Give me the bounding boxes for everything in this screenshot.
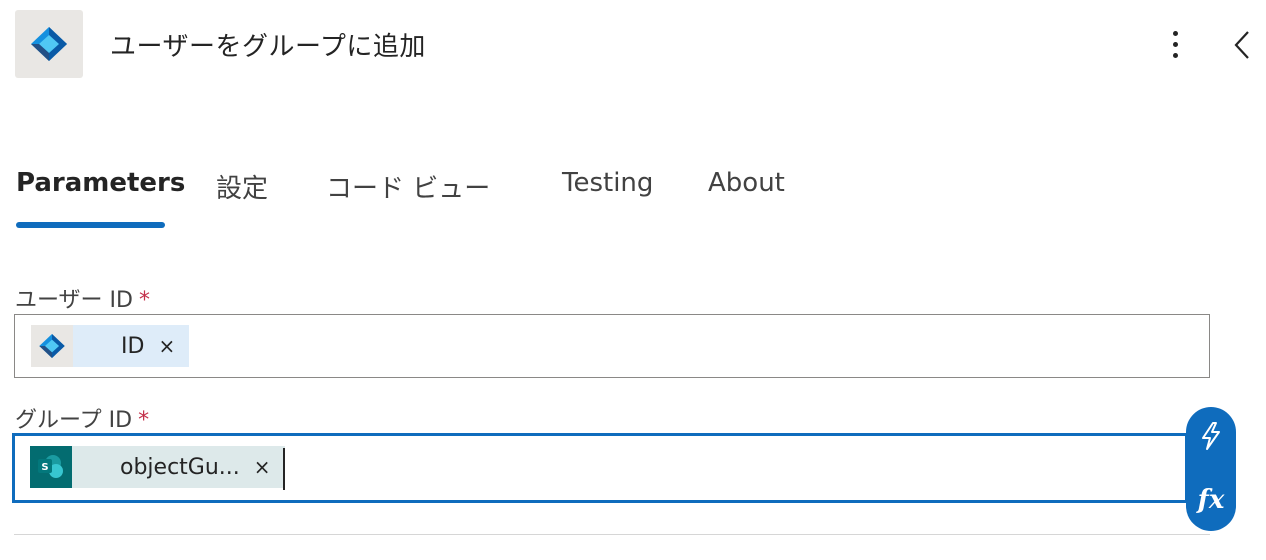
more-dot-icon [1172,41,1178,47]
chevron-left-icon [1234,31,1249,59]
group-id-token-label: objectGu... [120,454,240,480]
group-id-token[interactable]: S objectGu... × [30,446,285,488]
header: ユーザーをグループに追加 [0,0,1266,90]
fx-label: fx [1197,485,1225,515]
more-dot-icon [1172,30,1178,36]
required-mark: * [138,408,150,433]
lightning-icon [1202,422,1220,450]
more-dot-icon [1172,52,1178,58]
azure-ad-icon [15,10,83,78]
collapse-panel-button[interactable] [1228,28,1258,62]
group-id-label-text: グループ ID [15,408,133,433]
expression-button[interactable]: fx [1186,475,1236,525]
tab-parameters[interactable]: Parameters [16,168,185,198]
svg-text:S: S [41,462,48,473]
text-cursor [283,448,285,490]
tab-testing[interactable]: Testing [562,168,653,198]
more-options-button[interactable] [1160,26,1190,62]
insert-actions-pill: fx [1186,407,1236,531]
group-id-input[interactable]: S objectGu... × [12,433,1188,503]
user-id-token-remove-button[interactable]: × [158,334,175,358]
tab-code-view[interactable]: コード ビュー [326,168,490,205]
user-id-input[interactable]: ID × [14,314,1210,378]
page-title: ユーザーをグループに追加 [110,32,426,62]
group-id-label: グループ ID * [15,402,149,434]
group-id-token-remove-button[interactable]: × [254,455,271,479]
active-tab-indicator [16,222,165,228]
dynamic-content-button[interactable] [1186,411,1236,461]
tab-settings[interactable]: 設定 [216,168,268,205]
user-id-label: ユーザー ID * [15,282,150,314]
azure-ad-icon [31,325,73,367]
user-id-label-text: ユーザー ID [15,288,133,313]
sharepoint-icon: S [30,446,72,488]
user-id-token[interactable]: ID × [31,325,190,367]
divider [14,534,1210,535]
user-id-token-label: ID [121,333,145,359]
tab-about[interactable]: About [708,168,785,198]
required-mark: * [138,288,150,313]
